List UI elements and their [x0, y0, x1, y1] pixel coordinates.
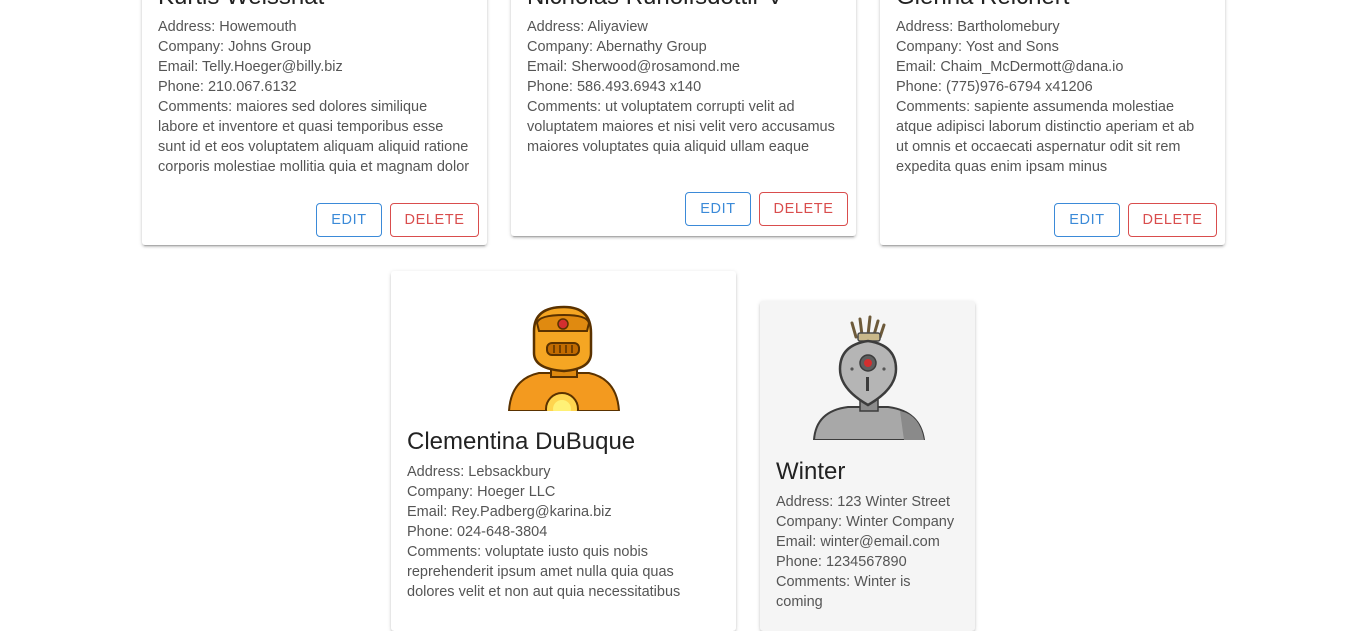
user-address: Address: 123 Winter Street — [776, 494, 951, 510]
user-phone: Phone: (775)976-6794 x41206 — [896, 79, 1093, 95]
user-name: Nicholas Runolfsdottir V — [527, 0, 840, 12]
user-comments: Comments: sapiente assumenda molestiae a… — [896, 99, 1195, 175]
edit-button[interactable]: EDIT — [316, 203, 382, 237]
user-name: Kurtis Weissnat — [158, 0, 471, 12]
gray-robot-icon — [812, 315, 925, 440]
edit-button[interactable]: EDIT — [685, 192, 751, 226]
user-phone: Phone: 1234567890 — [776, 554, 907, 570]
user-card: Nicholas Runolfsdottir V Address: Aliyav… — [511, 0, 856, 236]
user-comments: Comments: maiores sed dolores similique … — [158, 99, 470, 175]
user-company: Company: Johns Group — [158, 39, 312, 55]
user-phone: Phone: 210.067.6132 — [158, 79, 297, 95]
user-email: Email: Telly.Hoeger@billy.biz — [158, 59, 343, 75]
user-name: Glenna Reichert — [896, 0, 1209, 12]
user-email: Email: Chaim_McDermott@dana.io — [896, 59, 1124, 75]
user-card: Kurtis Weissnat Address: Howemouth Compa… — [142, 0, 487, 245]
user-company: Company: Winter Company — [776, 514, 955, 530]
user-company: Company: Abernathy Group — [527, 39, 707, 55]
orange-robot-icon — [507, 305, 620, 411]
delete-button[interactable]: DELETE — [390, 203, 479, 237]
user-name: Clementina DuBuque — [407, 428, 636, 455]
user-comments: Comments: ut voluptatem corrupti velit a… — [527, 99, 835, 155]
user-email: Email: winter@email.com — [776, 534, 940, 550]
robot-avatar — [760, 315, 975, 440]
user-email: Email: Rey.Padberg@karina.biz — [407, 504, 612, 520]
user-address: Address: Lebsackbury — [407, 464, 551, 480]
user-company: Company: Hoeger LLC — [407, 484, 556, 500]
user-card: Winter Address: 123 Winter Street Compan… — [760, 301, 975, 631]
user-address: Address: Howemouth — [158, 19, 297, 35]
edit-button[interactable]: EDIT — [1054, 203, 1120, 237]
user-comments: Comments: voluptate iusto quis nobis rep… — [407, 544, 681, 600]
user-comments: Comments: Winter is coming — [776, 574, 911, 610]
robot-avatar — [391, 301, 736, 411]
user-phone: Phone: 586.493.6943 x140 — [527, 79, 702, 95]
user-address: Address: Bartholomebury — [896, 19, 1060, 35]
user-phone: Phone: 024-648-3804 — [407, 524, 548, 540]
user-card: Clementina DuBuque Address: Lebsackbury … — [391, 271, 736, 631]
delete-button[interactable]: DELETE — [1128, 203, 1217, 237]
user-company: Company: Yost and Sons — [896, 39, 1059, 55]
user-name: Winter — [776, 458, 846, 485]
user-card: Glenna Reichert Address: Bartholomebury … — [880, 0, 1225, 245]
user-address: Address: Aliyaview — [527, 19, 648, 35]
delete-button[interactable]: DELETE — [759, 192, 848, 226]
user-email: Email: Sherwood@rosamond.me — [527, 59, 740, 75]
